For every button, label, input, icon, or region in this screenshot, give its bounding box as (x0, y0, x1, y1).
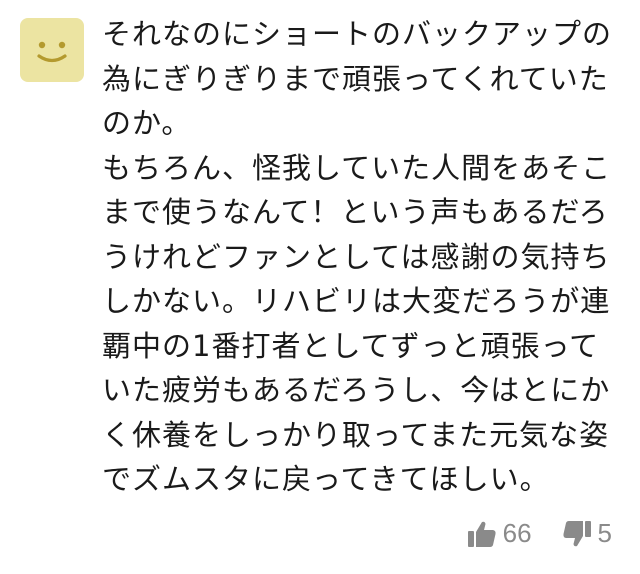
thumbs-up-icon (467, 521, 496, 547)
dislike-count: 5 (597, 518, 612, 548)
avatar[interactable] (20, 18, 84, 82)
like-button[interactable]: 66 (467, 518, 532, 549)
like-count: 66 (502, 518, 532, 548)
comment-text: それなのにショートのバックアップの 為にぎりぎりまで頑張ってくれていた のか。 … (102, 12, 622, 502)
smiley-face-icon (37, 41, 67, 63)
comment-line: しかない。リハビリは大変だろうが連 (102, 284, 611, 318)
comment-card: それなのにショートのバックアップの 為にぎりぎりまで頑張ってくれていた のか。 … (0, 0, 640, 574)
comment-line: 覇中の1番打者としてずっと頑張って (102, 328, 600, 363)
comment-line: 為にぎりぎりまで頑張ってくれていた (102, 61, 609, 96)
comment-line: いた疲労もあるだろうし、今はとにか (102, 373, 611, 407)
comment-line: うけれどファンとしては感謝の気持ち (102, 239, 611, 274)
dislike-button[interactable]: 5 (562, 518, 612, 549)
comment-line: それなのにショートのバックアップの (102, 17, 613, 51)
comment-line: のか。 (102, 106, 192, 140)
comment-line: もちろん、怪我していた人間をあそこ (102, 150, 612, 185)
comment-line: まで使うなんて！という声もあるだろ (102, 195, 609, 229)
comment-line: く休養をしっかり取ってまた元気な姿 (102, 417, 610, 452)
thumbs-down-icon (562, 520, 591, 546)
reaction-bar: 66 5 (467, 518, 612, 549)
comment-line: でズムスタに戻ってきてほしい。 (102, 462, 550, 496)
